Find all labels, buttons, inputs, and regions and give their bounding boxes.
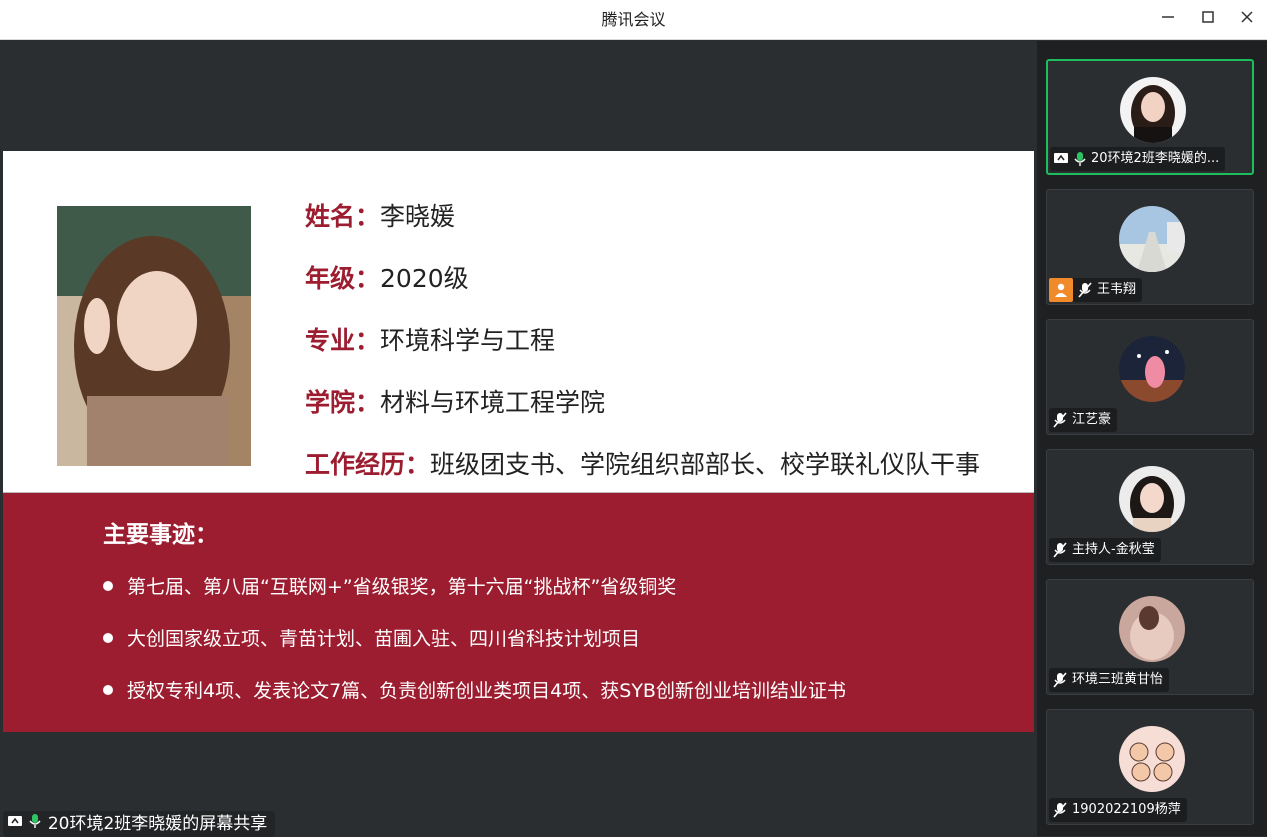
microphone-muted-icon: [1052, 802, 1068, 818]
avatar: [1119, 336, 1185, 402]
participant-name-tag: 1902022109杨萍: [1049, 798, 1187, 822]
avatar: [1120, 77, 1186, 143]
participant-name: 王韦翔: [1097, 282, 1137, 297]
maximize-button[interactable]: [1188, 0, 1228, 40]
profile-grade-line: 年级：2020级: [305, 259, 469, 295]
profile-value: 环境科学与工程: [380, 326, 556, 355]
participant-name: 1902022109杨萍: [1072, 802, 1181, 817]
participant-name: 环境三班黄甘怡: [1072, 672, 1164, 687]
profile-section: 姓名：李晓媛 年级：2020级 专业：环境科学与工程 学院：材料与环境工程学院 …: [3, 151, 1034, 492]
profile-label: 姓名：: [305, 202, 381, 231]
profile-label: 专业：: [305, 326, 381, 355]
profile-name-line: 姓名：李晓媛: [305, 197, 455, 233]
screen-share-icon: [7, 815, 23, 829]
microphone-icon: [1073, 151, 1087, 167]
participant-name: 20环境2班李晓媛的...: [1091, 151, 1220, 166]
profile-value: 材料与环境工程学院: [380, 388, 606, 417]
microphone-muted-icon: [1052, 542, 1068, 558]
microphone-muted-icon: [1077, 282, 1093, 298]
achievement-text: 授权专利4项、发表论文7篇、负责创新创业类项目4项、获SYB创新创业培训结业证书: [127, 680, 846, 702]
title-bar: 腾讯会议: [0, 0, 1267, 40]
profile-label: 年级：: [305, 264, 381, 293]
achievement-item: 授权专利4项、发表论文7篇、负责创新创业类项目4项、获SYB创新创业培训结业证书: [103, 676, 846, 703]
participant-tile[interactable]: 江艺豪: [1046, 319, 1254, 435]
profile-value: 2020级: [380, 264, 469, 293]
participant-name-tag: 主持人-金秋莹: [1049, 538, 1161, 562]
participant-tile[interactable]: 王韦翔: [1046, 189, 1254, 305]
achievement-text: 第七届、第八届“互联网+”省级银奖，第十六届“挑战杯”省级铜奖: [127, 576, 677, 598]
participant-name: 江艺豪: [1072, 412, 1112, 427]
participant-name-tag: 王韦翔: [1049, 278, 1143, 302]
avatar: [1119, 466, 1185, 532]
close-button[interactable]: [1227, 0, 1267, 40]
profile-label: 工作经历：: [305, 450, 431, 479]
participant-name-tag: 环境三班黄甘怡: [1049, 668, 1170, 692]
participant-name-tag: 江艺豪: [1049, 408, 1118, 432]
achievement-item: 第七届、第八届“互联网+”省级银奖，第十六届“挑战杯”省级铜奖: [103, 572, 676, 599]
profile-value: 班级团支书、学院组织部部长、校学联礼仪队干事: [430, 450, 981, 479]
achievement-text: 大创国家级立项、青苗计划、苗圃入驻、四川省科技计划项目: [127, 628, 641, 650]
screen-share-text: 20环境2班李晓媛的屏幕共享: [47, 814, 268, 834]
avatar: [1119, 596, 1185, 662]
bullet-icon: [103, 632, 113, 643]
screen-share-icon: [1053, 152, 1069, 166]
minimize-icon: [1162, 16, 1174, 18]
microphone-icon: [28, 813, 42, 829]
maximize-icon: [1202, 11, 1214, 23]
participant-list: 20环境2班李晓媛的... 王韦翔 江艺豪 主持人-金秋莹 环境三班黄甘怡 19…: [1037, 41, 1267, 836]
profile-college-line: 学院：材料与环境工程学院: [305, 383, 605, 419]
achievement-item: 大创国家级立项、青苗计划、苗圃入驻、四川省科技计划项目: [103, 624, 640, 651]
shared-screen: 姓名：李晓媛 年级：2020级 专业：环境科学与工程 学院：材料与环境工程学院 …: [3, 41, 1034, 837]
profile-experience-line: 工作经历：班级团支书、学院组织部部长、校学联礼仪队干事: [305, 445, 980, 481]
window-title: 腾讯会议: [601, 10, 666, 29]
achievements-section: 主要事迹： 第七届、第八届“互联网+”省级银奖，第十六届“挑战杯”省级铜奖 大创…: [3, 492, 1034, 732]
profile-photo: [57, 206, 251, 466]
participant-tile[interactable]: 1902022109杨萍: [1046, 709, 1254, 825]
microphone-muted-icon: [1052, 672, 1068, 688]
participant-tile[interactable]: 环境三班黄甘怡: [1046, 579, 1254, 695]
bullet-icon: [103, 580, 113, 591]
avatar: [1119, 726, 1185, 792]
profile-value: 李晓媛: [380, 202, 456, 231]
screen-share-label[interactable]: 20环境2班李晓媛的屏幕共享: [3, 811, 276, 837]
slide-top-area: [3, 41, 1034, 151]
profile-major-line: 专业：环境科学与工程: [305, 321, 555, 357]
microphone-muted-icon: [1052, 412, 1068, 428]
user-icon: [1049, 278, 1073, 302]
participant-name-tag: 20环境2班李晓媛的...: [1050, 147, 1226, 171]
close-icon: [1241, 11, 1253, 23]
participant-tile[interactable]: 20环境2班李晓媛的...: [1046, 59, 1254, 175]
profile-label: 学院：: [305, 388, 381, 417]
avatar: [1119, 206, 1185, 272]
achievements-title: 主要事迹：: [103, 522, 218, 548]
participant-name: 主持人-金秋莹: [1072, 542, 1155, 557]
participant-tile[interactable]: 主持人-金秋莹: [1046, 449, 1254, 565]
minimize-button[interactable]: [1148, 0, 1188, 40]
bullet-icon: [103, 684, 113, 695]
